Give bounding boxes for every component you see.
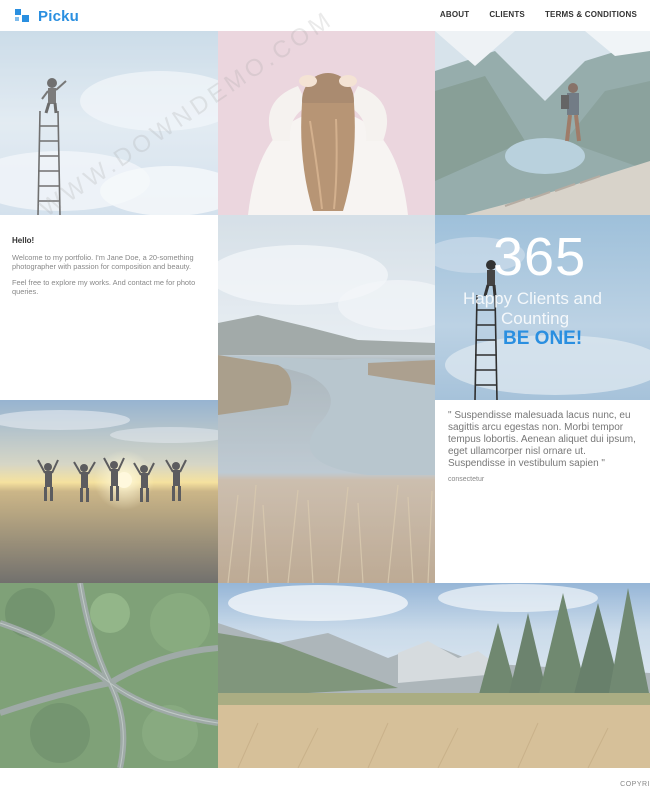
site-footer: COPYRI xyxy=(0,768,650,799)
intro-paragraph-2: Feel free to explore my works. And conta… xyxy=(12,278,196,296)
intro-section: Hello! Welcome to my portfolio. I'm Jane… xyxy=(0,215,218,400)
logo[interactable]: Picku xyxy=(15,7,79,25)
photo-sunset-beach[interactable] xyxy=(0,400,218,583)
clients-counter-tile: 365 Happy Clients and Counting BE ONE! xyxy=(435,215,650,400)
photo-mountain-meadow[interactable] xyxy=(218,583,650,768)
intro-heading: Hello! xyxy=(12,236,35,245)
intro-paragraph-1: Welcome to my portfolio. I'm Jane Doe, a… xyxy=(12,253,194,271)
be-one-link[interactable]: BE ONE! xyxy=(503,328,582,350)
main-nav: ABOUT CLIENTS TERMS & CONDITIONS xyxy=(420,10,637,19)
quote-text: " Suspendisse malesuada lacus nunc, eu s… xyxy=(448,410,636,469)
site-header: Picku ABOUT CLIENTS TERMS & CONDITIONS xyxy=(0,0,650,31)
nav-about[interactable]: ABOUT xyxy=(440,10,469,19)
photo-hiker-valley[interactable] xyxy=(435,31,650,215)
logo-icon xyxy=(15,9,33,23)
page: Picku ABOUT CLIENTS TERMS & CONDITIONS H… xyxy=(0,0,650,799)
nav-terms[interactable]: TERMS & CONDITIONS xyxy=(545,10,637,19)
testimonial-quote: " Suspendisse malesuada lacus nunc, eu s… xyxy=(435,400,650,583)
photo-aerial-roads[interactable] xyxy=(0,583,218,768)
nav-clients[interactable]: CLIENTS xyxy=(489,10,525,19)
quote-cite: consectetur xyxy=(448,476,485,483)
photo-ladder-sky[interactable] xyxy=(0,31,218,215)
photo-woman-pink[interactable] xyxy=(218,31,435,215)
photo-lake-reeds[interactable] xyxy=(218,215,435,583)
logo-text: Picku xyxy=(38,7,80,25)
copyright-text: COPYRI xyxy=(620,781,650,788)
